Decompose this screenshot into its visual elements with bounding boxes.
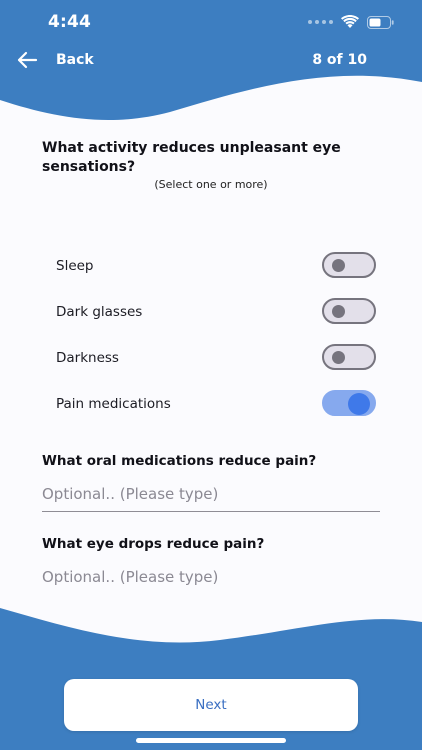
status-time: 4:44 (48, 12, 92, 32)
oral-medications-input[interactable] (42, 477, 380, 512)
question-hint: (Select one or more) (154, 178, 268, 191)
option-label: Sleep (56, 258, 94, 274)
back-button[interactable]: Back (16, 46, 94, 74)
toggle-knob (332, 305, 345, 318)
dark-glasses-toggle[interactable] (322, 298, 376, 324)
question-progress: 8 of 10 (312, 52, 367, 68)
option-pain-medications: Pain medications (56, 390, 376, 420)
home-indicator (136, 738, 286, 743)
darkness-toggle[interactable] (322, 344, 376, 370)
option-darkness: Darkness (56, 344, 376, 374)
question-title: What activity reduces unpleasant eye sen… (42, 140, 341, 175)
toggle-knob (348, 393, 370, 415)
sleep-toggle[interactable] (322, 252, 376, 278)
toggle-knob (332, 259, 345, 272)
battery-icon (367, 15, 394, 29)
cellular-signal-icon (308, 20, 333, 24)
background-waves (0, 0, 422, 750)
screen: 4:44 Back 8 of 10 What activity reduces … (0, 0, 422, 750)
option-label: Pain medications (56, 396, 171, 412)
oral-medications-title: What oral medications reduce pain? (42, 453, 317, 469)
toggle-knob (332, 351, 345, 364)
wifi-icon (341, 15, 359, 28)
arrow-left-icon (17, 51, 38, 69)
option-label: Dark glasses (56, 304, 143, 320)
option-label: Darkness (56, 350, 119, 366)
back-label: Back (56, 52, 94, 68)
eye-drops-title: What eye drops reduce pain? (42, 536, 265, 552)
status-icons (308, 14, 394, 30)
pain-medications-toggle[interactable] (322, 390, 376, 416)
eye-drops-input[interactable] (42, 560, 380, 594)
next-button[interactable]: Next (64, 679, 358, 731)
option-dark-glasses: Dark glasses (56, 298, 376, 328)
option-sleep: Sleep (56, 252, 376, 282)
